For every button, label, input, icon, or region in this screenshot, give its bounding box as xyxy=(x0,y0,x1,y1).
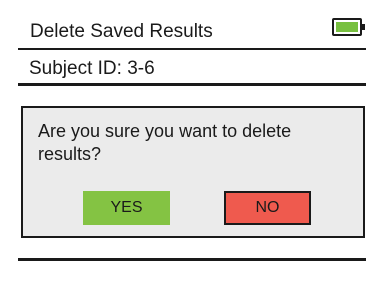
battery-tip xyxy=(362,24,365,30)
device-screen: Delete Saved Results Subject ID: 3-6 Are… xyxy=(18,10,366,291)
no-button[interactable]: NO xyxy=(224,191,311,225)
subject-id-row: Subject ID: 3-6 xyxy=(18,50,366,86)
dialog-message: Are you sure you want to delete results? xyxy=(38,121,292,164)
subject-id-label: Subject ID: 3-6 xyxy=(29,58,155,79)
page-title: Delete Saved Results xyxy=(30,21,213,42)
bottom-divider xyxy=(18,258,366,261)
yes-button[interactable]: YES xyxy=(83,191,170,225)
confirm-delete-dialog: Are you sure you want to delete results?… xyxy=(21,106,365,238)
title-bar: Delete Saved Results xyxy=(18,10,366,50)
battery-full-icon xyxy=(332,18,365,36)
battery-level-fill xyxy=(336,22,358,32)
